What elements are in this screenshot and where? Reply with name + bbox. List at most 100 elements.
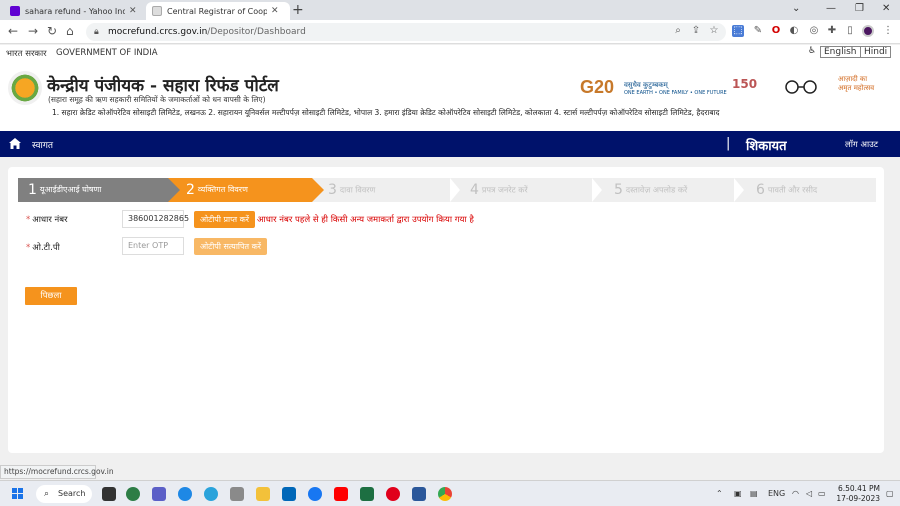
- chrome-icon[interactable]: [438, 487, 452, 501]
- government-strip: भारत सरकार GOVERNMENT OF INDIA ♿︎ Englis…: [0, 45, 900, 61]
- amrit-text-2: अमृत महोत्सव: [838, 84, 875, 92]
- extension-icon[interactable]: ⬚: [732, 25, 744, 37]
- status-url-tooltip: https://mocrefund.crcs.gov.in: [0, 465, 114, 479]
- battery-icon[interactable]: ▭: [818, 489, 826, 498]
- amrit-text-1: आज़ादी का: [838, 75, 868, 83]
- step-arrow: [592, 178, 602, 202]
- accessibility-icon[interactable]: ♿︎: [808, 46, 816, 56]
- snipping-tool-icon[interactable]: [230, 487, 244, 501]
- share-icon[interactable]: ⇪: [690, 25, 702, 37]
- tab-search-icon[interactable]: ⌄: [792, 3, 800, 14]
- bookmark-star-icon[interactable]: ☆: [708, 25, 720, 37]
- profile-avatar[interactable]: [862, 25, 874, 37]
- youtube-icon[interactable]: [334, 487, 348, 501]
- browser-tab-strip: sahara refund - Yahoo India Sea ✕ Centra…: [0, 0, 900, 20]
- step-number: 4: [470, 182, 479, 198]
- edge-icon[interactable]: [178, 487, 192, 501]
- aadhaar-label: * आधार नंबर: [26, 214, 68, 225]
- swachh-bharat-glasses-logo: [785, 80, 817, 94]
- home-icon[interactable]: ⌂: [66, 24, 74, 38]
- volume-icon[interactable]: ◁: [806, 489, 812, 498]
- taskbar-clock[interactable]: 6.50.41 PM 17-09-2023: [830, 484, 880, 504]
- word-icon[interactable]: [412, 487, 426, 501]
- close-tab-icon[interactable]: ✕: [129, 6, 137, 16]
- get-otp-button[interactable]: ओटीपी प्राप्त करें: [194, 211, 256, 228]
- extension-icon[interactable]: ◐: [788, 25, 800, 37]
- teams-icon[interactable]: [152, 487, 166, 501]
- step-4-generate-form: 4 प्रपत्र जनरेट करें: [470, 178, 528, 202]
- file-explorer-icon[interactable]: [256, 487, 270, 501]
- tab-crcs[interactable]: Central Registrar of Cooperative ✕: [146, 2, 290, 20]
- input-language[interactable]: ENG: [768, 489, 785, 498]
- step-label: पावती और रसीद: [767, 185, 818, 195]
- close-window-icon[interactable]: ✕: [882, 3, 890, 14]
- opera-icon[interactable]: [386, 487, 400, 501]
- crcs-icon: [152, 6, 162, 16]
- tab-title: sahara refund - Yahoo India Sea: [25, 6, 125, 16]
- step-2-personal-details[interactable]: 2 व्यक्तिगत विवरण: [168, 178, 312, 202]
- nav-complaint-link[interactable]: शिकायत: [746, 136, 787, 154]
- widgets-icon[interactable]: [126, 487, 140, 501]
- notifications-icon[interactable]: ▢: [886, 489, 894, 498]
- nav-welcome[interactable]: स्वागत: [32, 138, 53, 151]
- tray-app-icon[interactable]: ▣: [734, 489, 742, 498]
- browser-toolbar: ← → ↻ ⌂ 🔒︎ mocrefund.crcs.gov.in/Deposit…: [0, 20, 900, 44]
- lock-icon[interactable]: 🔒︎: [94, 23, 99, 41]
- aadhaar-label-text: आधार नंबर: [32, 215, 68, 225]
- reload-icon[interactable]: ↻: [47, 24, 57, 38]
- store-icon[interactable]: [282, 487, 296, 501]
- logout-link[interactable]: लॉग आउट: [845, 139, 878, 150]
- step-1-uidai-declaration[interactable]: 1 यूआईडीएआई घोषणा: [18, 178, 168, 202]
- step-arrow: [734, 178, 744, 202]
- main-navbar: स्वागत | शिकायत लॉग आउट: [0, 131, 900, 157]
- url-path: /Depositor/Dashboard: [207, 27, 306, 37]
- windows-start-icon[interactable]: [12, 488, 24, 500]
- portal-subtitle: (सहारा समूह की ऋण सहकारी समितियों के जमा…: [48, 95, 266, 104]
- 150-years-logo: 150: [732, 77, 758, 91]
- search-icon[interactable]: ⌕: [672, 25, 684, 37]
- taskbar-search[interactable]: ⌕ Search: [36, 485, 92, 503]
- step-5-upload-documents: 5 दस्तावेज़ अपलोड करें: [614, 178, 687, 202]
- back-button[interactable]: पिछला: [25, 287, 77, 305]
- language-hindi-button[interactable]: Hindi: [860, 46, 892, 58]
- crcs-emblem-logo: [8, 71, 42, 105]
- portal-title: केन्द्रीय पंजीयक - सहारा रिफंड पोर्टल: [47, 76, 279, 96]
- wifi-icon[interactable]: ◠: [792, 489, 799, 498]
- restore-icon[interactable]: ❐: [855, 3, 864, 14]
- otp-label-text: ओ.टी.पी: [32, 243, 60, 253]
- step-6-acknowledgement: 6 पावती और रसीद: [756, 178, 817, 202]
- clock-time: 6.50.41 PM: [837, 484, 880, 493]
- otp-input[interactable]: Enter OTP: [122, 237, 184, 255]
- verify-otp-button[interactable]: ओटीपी सत्यापित करें: [194, 238, 268, 255]
- tray-chevron-icon[interactable]: ⌃: [716, 489, 723, 498]
- extension-icon[interactable]: ✎: [752, 25, 764, 37]
- puzzle-icon[interactable]: ✚: [826, 25, 838, 37]
- step-label: प्रपत्र जनरेट करें: [481, 185, 528, 195]
- yahoo-icon: [10, 6, 20, 16]
- gov-english-label: GOVERNMENT OF INDIA: [56, 48, 158, 58]
- facebook-icon[interactable]: [308, 487, 322, 501]
- excel-icon[interactable]: [360, 487, 374, 501]
- back-arrow-icon[interactable]: ←: [8, 24, 18, 38]
- tray-app-icon[interactable]: ▤: [750, 489, 758, 498]
- tab-yahoo-search[interactable]: sahara refund - Yahoo India Sea ✕: [4, 2, 144, 20]
- address-bar[interactable]: 🔒︎ mocrefund.crcs.gov.in/Depositor/Dashb…: [86, 23, 726, 41]
- minimize-icon[interactable]: —: [826, 3, 836, 14]
- forward-arrow-icon[interactable]: →: [28, 24, 38, 38]
- vasudhaiva-text: वसुधैव कुटुम्बकम्: [624, 81, 668, 89]
- task-view-icon[interactable]: [102, 487, 116, 501]
- opera-icon[interactable]: O: [770, 25, 782, 37]
- extension-icon[interactable]: ◎: [808, 25, 820, 37]
- search-icon: ⌕: [44, 489, 50, 499]
- language-english-button[interactable]: English: [820, 46, 861, 58]
- aadhaar-input[interactable]: 386001282865: [122, 210, 189, 228]
- telegram-icon[interactable]: [204, 487, 218, 501]
- new-tab-button[interactable]: +: [292, 2, 304, 18]
- step-arrow: [450, 178, 460, 202]
- close-tab-icon[interactable]: ✕: [271, 6, 279, 16]
- menu-kebab-icon[interactable]: ⋮: [882, 25, 894, 37]
- g20-logo: G20: [580, 77, 615, 97]
- sidepanel-icon[interactable]: ▯: [844, 25, 856, 37]
- gov-hindi-label: भारत सरकार: [6, 49, 47, 59]
- home-icon[interactable]: [8, 137, 22, 150]
